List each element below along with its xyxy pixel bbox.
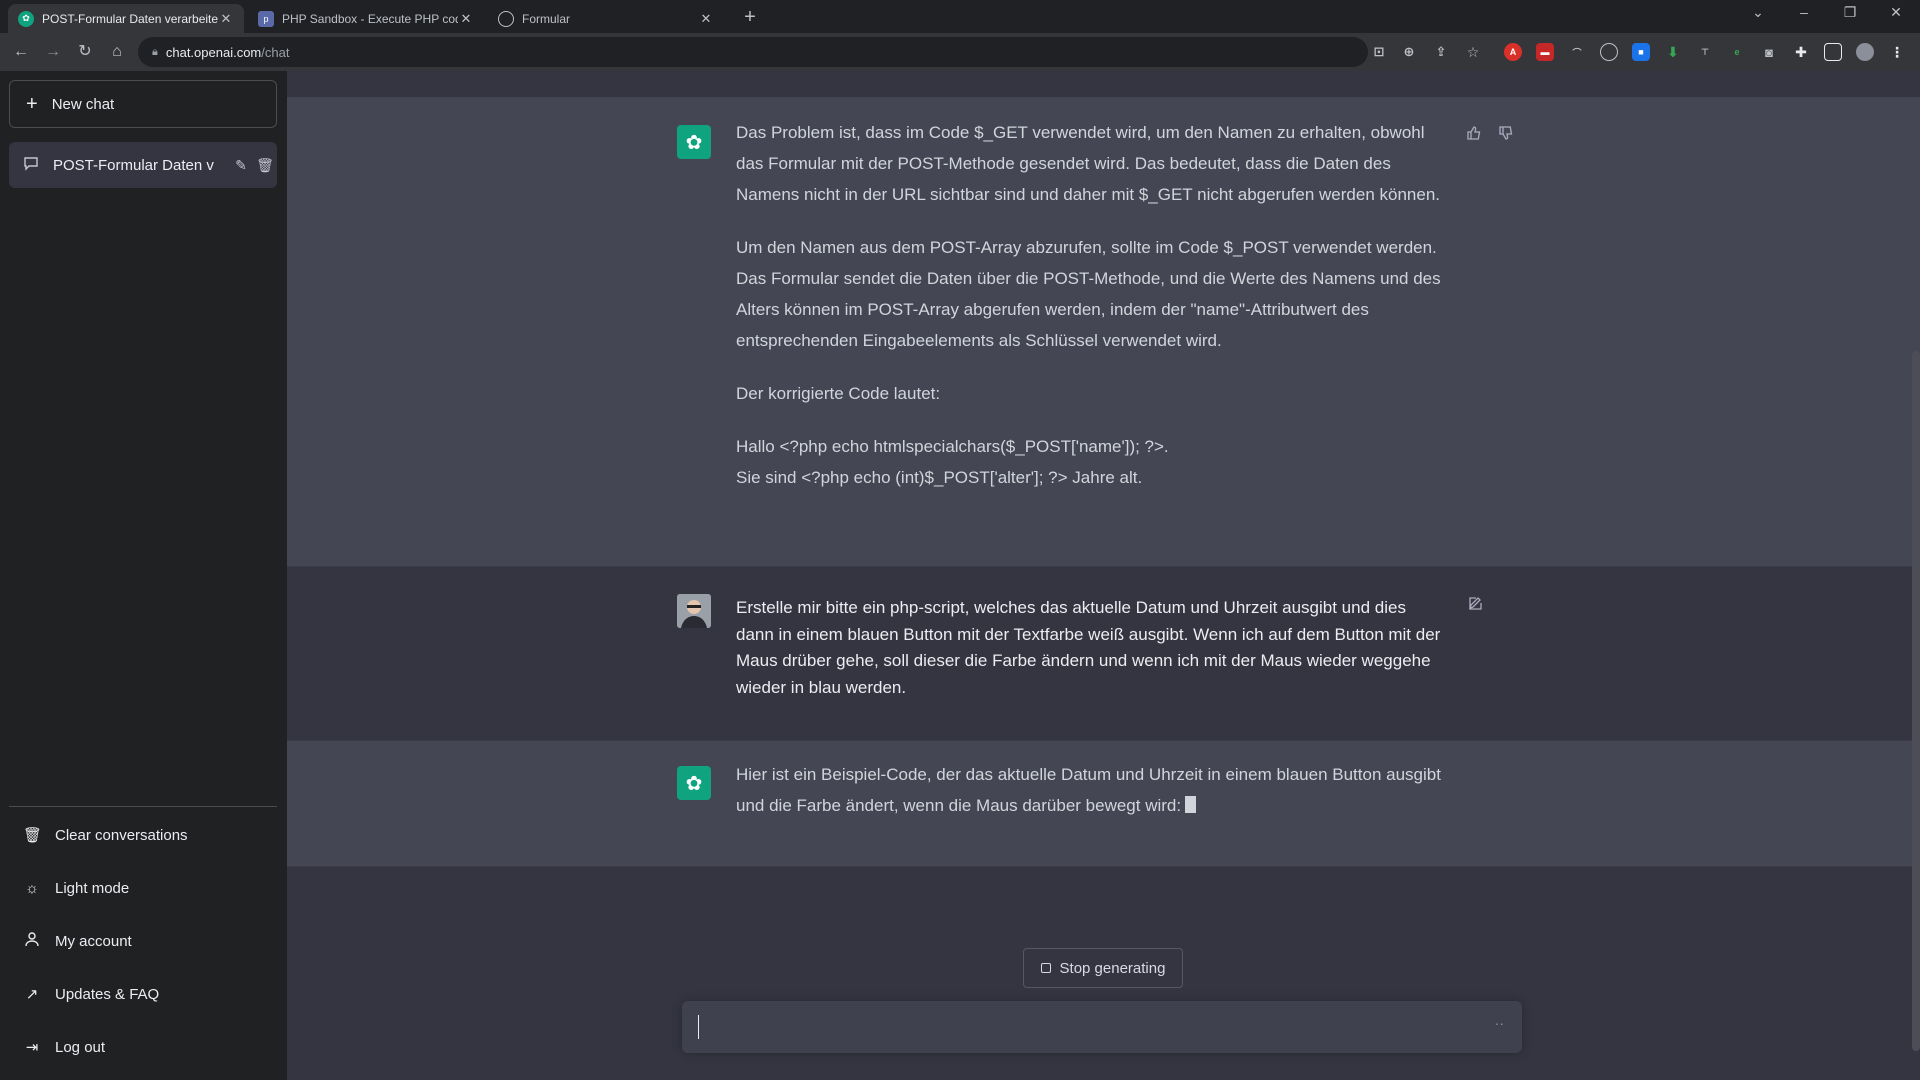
message-paragraph: Das Problem ist, dass im Code $_GET verw… [736, 123, 1441, 204]
logout-icon: ⇥ [25, 1039, 39, 1056]
edit-icon[interactable]: ✎ [229, 157, 253, 174]
assistant-message-text: Hier ist ein Beispiel-Code, der das aktu… [736, 759, 1446, 821]
new-chat-label: New chat [51, 95, 115, 113]
camera-icon[interactable]: ◙ [1760, 43, 1778, 61]
lock-icon: 🔒︎ [152, 45, 158, 58]
tab-formular[interactable]: Formular ✕ [488, 4, 724, 33]
thumbs-up-icon[interactable] [1466, 125, 1482, 146]
sun-icon: ☼ [25, 879, 39, 897]
trash-icon: 🗑︎ [23, 827, 43, 844]
browser-tab-bar: ✿ POST-Formular Daten verarbeite ✕ p PHP… [0, 0, 1920, 33]
message-paragraph: Um den Namen aus dem POST-Array abzurufe… [736, 238, 1441, 350]
new-tab-button[interactable]: + [738, 6, 762, 30]
menu-icon[interactable]: ⋮ [1888, 43, 1906, 61]
globe-icon [498, 10, 514, 27]
url-path: /chat [261, 44, 290, 60]
text-caret [698, 1015, 699, 1039]
share-icon[interactable]: ⇪ [1432, 43, 1450, 61]
light-mode-button[interactable]: ☼ Light mode [9, 866, 277, 910]
extension-blue-icon[interactable]: ■ [1632, 43, 1650, 61]
tab-search-icon[interactable]: ⌄ [1746, 4, 1770, 21]
back-icon[interactable]: ← [10, 41, 32, 63]
translate-icon[interactable]: ⊡ [1370, 43, 1388, 61]
assistant-message-text: Das Problem ist, dass im Code $_GET verw… [736, 117, 1446, 493]
link-label: Light mode [55, 879, 130, 897]
adblock-icon[interactable]: A [1504, 43, 1522, 61]
plus-icon: + [26, 92, 38, 115]
tab-title: PHP Sandbox - Execute PHP cod [282, 11, 458, 26]
tab-title: Formular [522, 11, 571, 26]
link-label: Log out [55, 1038, 106, 1056]
bookmark-star-icon[interactable]: ☆ [1464, 43, 1482, 61]
openai-icon: ✿ [18, 10, 34, 27]
thumbs-down-icon[interactable] [1498, 125, 1514, 146]
home-icon[interactable]: ⌂ [106, 41, 128, 63]
php-icon: p [258, 10, 274, 27]
side-panel-icon[interactable] [1824, 43, 1842, 61]
puzzle-icon[interactable]: ✚ [1792, 43, 1810, 61]
user-icon [23, 931, 41, 951]
tab-php-sandbox[interactable]: p PHP Sandbox - Execute PHP cod ✕ [248, 4, 484, 33]
restore-icon[interactable]: ❐ [1838, 4, 1862, 21]
log-out-button[interactable]: ⇥ Log out [9, 1025, 277, 1069]
message-paragraph: Der korrigierte Code lautet: [736, 384, 941, 403]
user-message: Erstelle mir bitte ein php-script, welch… [287, 567, 1920, 741]
url-host: chat.openai.com [165, 44, 262, 60]
zoom-icon[interactable]: ⊕ [1400, 43, 1418, 61]
link-label: Updates & FAQ [55, 985, 160, 1003]
top-strip [287, 71, 1920, 97]
new-chat-button[interactable]: + New chat [9, 80, 277, 128]
close-icon[interactable]: ✕ [218, 11, 234, 27]
conversation-label: POST-Formular Daten v [53, 156, 214, 174]
user-message-text: Erstelle mir bitte ein php-script, welch… [736, 598, 1441, 697]
scrollbar[interactable] [1912, 351, 1920, 1051]
stop-label: Stop generating [1059, 959, 1166, 977]
tab-post-formular[interactable]: ✿ POST-Formular Daten verarbeite ✕ [8, 4, 244, 33]
chat-bubble-icon [23, 155, 41, 175]
close-icon[interactable]: ✕ [458, 11, 474, 27]
message-input[interactable]: ·· [682, 1001, 1522, 1053]
forward-icon[interactable]: → [42, 41, 64, 63]
external-link-icon: ↗ [25, 986, 39, 1003]
extension-red-icon[interactable]: ▬ [1536, 43, 1554, 61]
chat-main: ✿ Das Problem ist, dass im Code $_GET ve… [287, 71, 1920, 1080]
stop-square-icon [1040, 963, 1051, 973]
my-account-button[interactable]: My account [9, 919, 277, 963]
profile-avatar[interactable] [1856, 43, 1874, 61]
browser-toolbar: ← → ↻ ⌂ 🔒︎ chat.openai.com/chat ⊡ ⊕ ⇪ ☆ … [0, 33, 1920, 71]
sidebar: + New chat POST-Formular Daten v ✎ 🗑︎ 🗑︎… [0, 71, 287, 1080]
assistant-message: ✿ Das Problem ist, dass im Code $_GET ve… [287, 97, 1920, 567]
trash-icon[interactable]: 🗑︎ [253, 157, 277, 174]
link-label: My account [55, 932, 132, 950]
address-bar[interactable]: 🔒︎ chat.openai.com/chat [138, 37, 1368, 67]
download-icon[interactable]: ⬇ [1664, 43, 1682, 61]
loading-dots: ·· [1494, 1015, 1504, 1031]
chatgpt-logo-icon: ✿ [677, 125, 711, 159]
extension-icon[interactable]: ⌒ [1568, 43, 1586, 61]
window-close-icon[interactable]: ✕ [1884, 4, 1908, 21]
assistant-message: ✿ Hier ist ein Beispiel-Code, der das ak… [287, 741, 1920, 867]
clear-conversations-button[interactable]: 🗑︎ Clear conversations [9, 813, 277, 857]
edit-message-icon[interactable] [1467, 595, 1483, 616]
streaming-text: Hier ist ein Beispiel-Code, der das aktu… [736, 765, 1441, 815]
vpn-icon[interactable] [1600, 43, 1618, 61]
sidebar-divider [9, 806, 277, 807]
code-line: Hallo <?php echo htmlspecialchars($_POST… [736, 437, 1169, 456]
stop-generating-button[interactable]: Stop generating [1023, 948, 1183, 988]
link-label: Clear conversations [55, 826, 188, 844]
reload-icon[interactable]: ↻ [74, 41, 96, 63]
user-avatar [677, 594, 711, 628]
extension-green-icon[interactable]: e [1728, 43, 1746, 61]
tab-title: POST-Formular Daten verarbeite [42, 11, 218, 26]
minimize-icon[interactable]: – [1792, 4, 1816, 20]
typing-cursor [1185, 796, 1197, 813]
extension-pin-icon[interactable]: ⊤ [1696, 43, 1714, 61]
code-line: Sie sind <?php echo (int)$_POST['alter']… [736, 468, 1143, 487]
updates-faq-link[interactable]: ↗ Updates & FAQ [9, 972, 277, 1016]
sidebar-item-conversation[interactable]: POST-Formular Daten v ✎ 🗑︎ [9, 142, 277, 188]
chatgpt-logo-icon: ✿ [677, 766, 711, 800]
close-icon[interactable]: ✕ [698, 11, 714, 27]
